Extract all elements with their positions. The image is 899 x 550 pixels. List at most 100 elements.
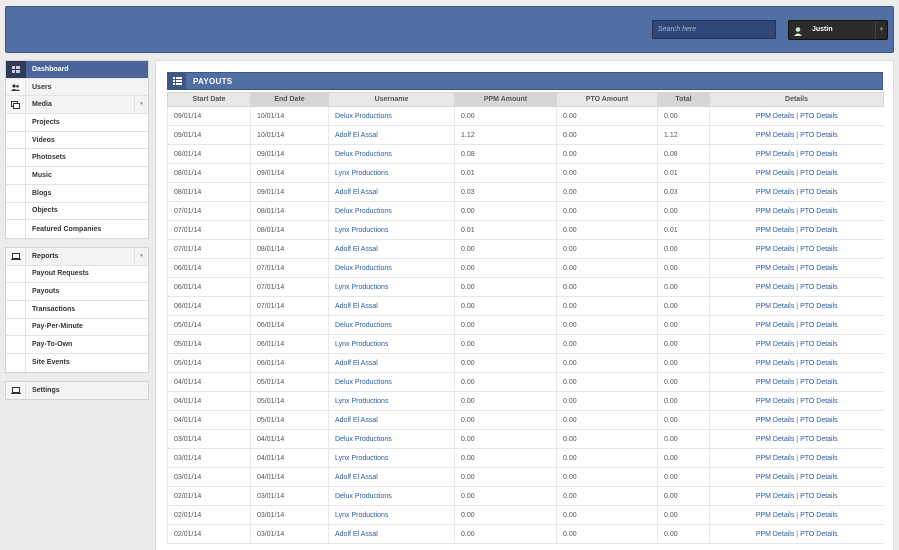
ppm-details-link[interactable]: PPM Details [756, 284, 795, 291]
username-link[interactable]: Lynx Productions [328, 220, 455, 240]
username-link[interactable]: Lynx Productions [328, 334, 455, 354]
sidebar-item-transactions[interactable]: Transactions [6, 300, 148, 319]
username-link[interactable]: Adolf El Assal [328, 296, 455, 316]
chevron-down-icon[interactable]: ▼ [134, 96, 148, 114]
sidebar-item-projects[interactable]: Projects [6, 114, 148, 132]
username-link[interactable]: Adolf El Assal [328, 524, 455, 544]
sidebar-item-pay-to-own[interactable]: Pay-To-Own [6, 336, 148, 354]
ppm-details-link[interactable]: PPM Details [756, 474, 795, 481]
username-link[interactable]: Adolf El Assal [328, 353, 455, 373]
pto-details-link[interactable]: PTO Details [800, 246, 838, 253]
username-link[interactable]: Delux Productions [328, 258, 455, 278]
sidebar-item-settings[interactable]: Settings [6, 381, 148, 400]
ppm-details-link[interactable]: PPM Details [756, 246, 795, 253]
username-link[interactable]: Lynx Productions [328, 505, 455, 525]
pto-details-link[interactable]: PTO Details [800, 512, 838, 519]
username-link[interactable]: Delux Productions [328, 144, 455, 164]
username-link[interactable]: Delux Productions [328, 486, 455, 506]
ppm-details-link[interactable]: PPM Details [756, 341, 795, 348]
sidebar-item-payouts[interactable]: Payouts [6, 283, 148, 301]
sidebar-item-music[interactable]: Music [6, 167, 148, 185]
sidebar-item-payout-requests[interactable]: Payout Requests [6, 265, 148, 284]
pto-details-link[interactable]: PTO Details [800, 455, 838, 462]
pto-details-link[interactable]: PTO Details [800, 436, 838, 443]
chevron-down-icon[interactable]: ▼ [875, 21, 887, 39]
sidebar-item-photosets[interactable]: Photosets [6, 149, 148, 168]
ppm-details-link[interactable]: PPM Details [756, 113, 795, 120]
column-header-end-date[interactable]: End Date [250, 92, 329, 107]
pto-details-link[interactable]: PTO Details [800, 531, 838, 538]
username-link[interactable]: Delux Productions [328, 315, 455, 335]
column-header-total[interactable]: Total [657, 92, 710, 107]
sidebar-item-featured-companies[interactable]: Featured Companies [6, 220, 148, 238]
sidebar-item-blogs[interactable]: Blogs [6, 184, 148, 203]
sidebar-item-pay-per-minute[interactable]: Pay-Per-Minute [6, 318, 148, 337]
ppm-details-link[interactable]: PPM Details [756, 436, 795, 443]
ppm-details-link[interactable]: PPM Details [756, 493, 795, 500]
column-header-username[interactable]: Username [328, 92, 455, 107]
sidebar-item-objects[interactable]: Objects [6, 202, 148, 221]
username-link[interactable]: Adolf El Assal [328, 239, 455, 259]
pto-details-link[interactable]: PTO Details [800, 227, 838, 234]
ppm-details-link[interactable]: PPM Details [756, 322, 795, 329]
ppm-details-link[interactable]: PPM Details [756, 265, 795, 272]
username-link[interactable]: Adolf El Assal [328, 125, 455, 145]
sidebar-item-dashboard[interactable]: Dashboard [6, 61, 148, 79]
pto-details-link[interactable]: PTO Details [800, 303, 838, 310]
pto-details-link[interactable]: PTO Details [800, 208, 838, 215]
pto-details-link[interactable]: PTO Details [800, 417, 838, 424]
username-link[interactable]: Adolf El Assal [328, 182, 455, 202]
username-link[interactable]: Lynx Productions [328, 391, 455, 411]
pto-details-link[interactable]: PTO Details [800, 113, 838, 120]
sidebar-item-site-events[interactable]: Site Events [6, 354, 148, 372]
sidebar-item-users[interactable]: Users [6, 78, 148, 97]
pto-details-link[interactable]: PTO Details [800, 170, 838, 177]
username-link[interactable]: Adolf El Assal [328, 467, 455, 487]
column-header-ppm-amount[interactable]: PPM Amount [454, 92, 557, 107]
sidebar-item-reports[interactable]: Reports ▼ [6, 247, 148, 266]
user-menu[interactable]: Justin ▼ [788, 20, 888, 40]
pto-details-link[interactable]: PTO Details [800, 474, 838, 481]
pto-details-link[interactable]: PTO Details [800, 132, 838, 139]
username-link[interactable]: Lynx Productions [328, 163, 455, 183]
username-link[interactable]: Lynx Productions [328, 448, 455, 468]
ppm-details-link[interactable]: PPM Details [756, 132, 795, 139]
total-cell: 0.00 [657, 106, 710, 126]
ppm-details-link[interactable]: PPM Details [756, 360, 795, 367]
pto-details-link[interactable]: PTO Details [800, 265, 838, 272]
pto-details-link[interactable]: PTO Details [800, 379, 838, 386]
sidebar-item-media[interactable]: Media ▼ [6, 96, 148, 115]
username-link[interactable]: Delux Productions [328, 372, 455, 392]
username-link[interactable]: Adolf El Assal [328, 410, 455, 430]
total-cell: 0.08 [657, 144, 710, 164]
pto-details-link[interactable]: PTO Details [800, 322, 838, 329]
ppm-details-link[interactable]: PPM Details [756, 455, 795, 462]
ppm-details-link[interactable]: PPM Details [756, 398, 795, 405]
pto-details-link[interactable]: PTO Details [800, 341, 838, 348]
column-header-pto-amount[interactable]: PTO Amount [556, 92, 658, 107]
column-header-start-date[interactable]: Start Date [167, 92, 251, 107]
ppm-details-link[interactable]: PPM Details [756, 189, 795, 196]
ppm-details-link[interactable]: PPM Details [756, 417, 795, 424]
username-link[interactable]: Delux Productions [328, 429, 455, 449]
username-link[interactable]: Delux Productions [328, 201, 455, 221]
pto-details-link[interactable]: PTO Details [800, 493, 838, 500]
sidebar-item-videos[interactable]: Videos [6, 131, 148, 150]
pto-details-link[interactable]: PTO Details [800, 360, 838, 367]
ppm-details-link[interactable]: PPM Details [756, 379, 795, 386]
search-input[interactable]: Search here [652, 20, 776, 39]
pto-details-link[interactable]: PTO Details [800, 189, 838, 196]
ppm-details-link[interactable]: PPM Details [756, 303, 795, 310]
username-link[interactable]: Delux Productions [328, 106, 455, 126]
pto-details-link[interactable]: PTO Details [800, 151, 838, 158]
username-link[interactable]: Lynx Productions [328, 277, 455, 297]
ppm-details-link[interactable]: PPM Details [756, 531, 795, 538]
ppm-details-link[interactable]: PPM Details [756, 227, 795, 234]
ppm-details-link[interactable]: PPM Details [756, 170, 795, 177]
ppm-details-link[interactable]: PPM Details [756, 512, 795, 519]
ppm-details-link[interactable]: PPM Details [756, 208, 795, 215]
pto-details-link[interactable]: PTO Details [800, 398, 838, 405]
chevron-down-icon[interactable]: ▼ [134, 247, 148, 265]
ppm-details-link[interactable]: PPM Details [756, 151, 795, 158]
pto-details-link[interactable]: PTO Details [800, 284, 838, 291]
